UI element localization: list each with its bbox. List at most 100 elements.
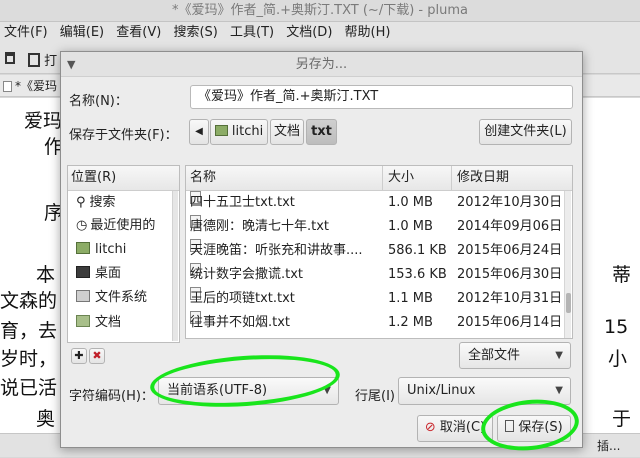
menu-tools[interactable]: 工具(T) xyxy=(230,25,274,40)
place-label: 文件系统 xyxy=(95,290,148,305)
add-bookmark-button[interactable]: ✚ xyxy=(71,348,87,364)
path-back-button[interactable]: ◀ xyxy=(189,119,209,145)
place-label: 桌面 xyxy=(95,266,122,281)
save-in-label: 保存于文件夹(F)： xyxy=(69,128,178,143)
path-litchi-button[interactable]: litchi xyxy=(210,119,268,145)
dialog-title: 另存为... xyxy=(295,57,348,72)
name-label: 名称(N)： xyxy=(69,94,128,109)
file-date: 2012年10月30日 xyxy=(457,195,563,210)
file-list: 名称 大小 修改日期 四十五卫士txt.txt 1.0 MB 2012年10月30日… xyxy=(185,165,573,339)
table-row[interactable]: 唐德刚：晚清七十年.txt 1.0 MB 2014年09月06日 xyxy=(186,215,564,239)
file-date: 2015年06月24日 xyxy=(457,243,563,258)
file-date: 2014年09月06日 xyxy=(457,219,563,234)
open-button[interactable]: 打 xyxy=(28,50,57,69)
new-file-icon[interactable] xyxy=(5,52,15,64)
place-filesystem[interactable]: 文件系统 xyxy=(76,286,147,310)
file-size: 1.0 MB xyxy=(388,195,433,210)
line-ending-label: 行尾(I) xyxy=(355,389,395,404)
menu-help[interactable]: 帮助(H) xyxy=(345,25,391,40)
file-filter-value: 全部文件 xyxy=(468,348,521,363)
window-menu-icon[interactable]: ▼ xyxy=(67,52,75,77)
home-folder-icon xyxy=(214,125,228,136)
file-name: 统计数字会撒谎.txt xyxy=(190,267,304,282)
menubar: 文件(F) 编辑(E) 查看(V) 搜索(S) 工具(T) 文档(D) 帮助(H… xyxy=(0,22,640,44)
scrollbar-thumb[interactable] xyxy=(566,293,571,313)
remove-icon: ✖ xyxy=(92,349,102,362)
place-label: litchi xyxy=(95,242,127,257)
editor-line: 爱玛 xyxy=(24,110,63,132)
cancel-icon: ⊘ xyxy=(424,420,436,435)
place-label: 最近使用的 xyxy=(90,218,156,233)
menu-edit[interactable]: 编辑(E) xyxy=(60,25,104,40)
document-icon xyxy=(3,81,12,92)
place-label: 搜索 xyxy=(89,195,116,210)
file-name: 往事并不如烟.txt xyxy=(190,315,291,330)
table-row[interactable]: 统计数字会撒谎.txt 153.6 KB 2015年06月30日 xyxy=(186,263,564,287)
places-header[interactable]: 位置(R) xyxy=(68,166,179,191)
editor-line: 15 xyxy=(604,316,629,338)
file-size: 1.0 MB xyxy=(388,219,433,234)
window-title: *《爱玛》作者_简.+奥斯汀.TXT (~/下载) - pluma xyxy=(172,3,468,18)
place-recent[interactable]: ◷ 最近使用的 xyxy=(76,214,155,238)
table-row[interactable]: 王后的项链txt.txt 1.1 MB 2012年10月31日 xyxy=(186,287,564,311)
home-folder-icon xyxy=(76,242,90,254)
file-date: 2015年06月30日 xyxy=(457,267,563,282)
file-name: 王后的项链txt.txt xyxy=(190,291,295,306)
file-name: 天涯晚笛：听张充和讲故事.... xyxy=(190,243,363,258)
column-date[interactable]: 修改日期 xyxy=(457,166,509,190)
file-list-scrollbar[interactable] xyxy=(564,191,571,338)
editor-line: 本 xyxy=(36,264,56,286)
tab-document[interactable]: *《爱玛 xyxy=(15,75,57,97)
filename-input[interactable]: 《爱玛》作者_简.+奥斯汀.TXT xyxy=(190,85,573,109)
menu-search[interactable]: 搜索(S) xyxy=(173,25,217,40)
path-litchi-label: litchi xyxy=(231,124,264,139)
folder-icon xyxy=(76,315,90,327)
path-documents-button[interactable]: 文档 xyxy=(270,119,304,145)
dialog-titlebar: ▼ 另存为... xyxy=(61,52,582,77)
remove-bookmark-button[interactable]: ✖ xyxy=(89,348,105,364)
desktop-icon xyxy=(76,266,90,278)
table-row[interactable]: 天涯晚笛：听张充和讲故事.... 586.1 KB 2015年06月24日 xyxy=(186,239,564,263)
line-ending-value: Unix/Linux xyxy=(407,383,476,398)
menu-view[interactable]: 查看(V) xyxy=(116,25,161,40)
editor-line: 文森的 xyxy=(0,290,58,312)
editor-line: 蒂 xyxy=(612,264,632,286)
clock-icon: ◷ xyxy=(76,218,88,233)
column-name[interactable]: 名称 xyxy=(190,166,216,190)
file-size: 586.1 KB xyxy=(388,243,447,258)
open-button-label: 打 xyxy=(44,54,58,69)
cancel-button-label: 取消(C) xyxy=(439,420,486,435)
table-row[interactable]: 四十五卫士txt.txt 1.0 MB 2012年10月30日 xyxy=(186,191,564,215)
file-name: 唐德刚：晚清七十年.txt xyxy=(190,219,330,234)
create-folder-button[interactable]: 创建文件夹(L) xyxy=(479,119,572,145)
menu-file[interactable]: 文件(F) xyxy=(4,25,48,40)
path-txt-button[interactable]: txt xyxy=(306,119,337,145)
file-date: 2012年10月31日 xyxy=(457,291,563,306)
dropdown-arrow-icon: ▼ xyxy=(555,350,563,361)
file-size: 1.2 MB xyxy=(388,315,433,330)
editor-line: 奥 xyxy=(36,408,56,430)
column-size[interactable]: 大小 xyxy=(388,166,414,190)
places-scrollbar[interactable] xyxy=(172,191,178,341)
insert-mode-status: 插... xyxy=(597,439,621,453)
file-size: 153.6 KB xyxy=(388,267,447,282)
editor-line: 小 xyxy=(608,348,628,370)
place-home[interactable]: litchi xyxy=(76,238,126,262)
encoding-label: 字符编码(H)： xyxy=(69,389,154,404)
plus-icon: ✚ xyxy=(74,349,84,362)
place-documents[interactable]: 文档 xyxy=(76,311,121,335)
editor-line: 说已活 xyxy=(0,377,58,399)
file-filter-select[interactable]: 全部文件 ▼ xyxy=(459,342,571,369)
dropdown-arrow-icon: ▼ xyxy=(555,385,563,396)
editor-line: 育，去 xyxy=(0,320,58,342)
search-icon: ⚲ xyxy=(76,195,86,210)
table-row[interactable]: 往事并不如烟.txt 1.2 MB 2015年06月14日 xyxy=(186,311,564,335)
place-desktop[interactable]: 桌面 xyxy=(76,262,121,286)
file-date: 2015年06月14日 xyxy=(457,315,563,330)
menu-documents[interactable]: 文档(D) xyxy=(286,25,332,40)
editor-line: 岁时， xyxy=(0,348,58,370)
editor-line: 于 xyxy=(612,408,632,430)
file-name: 四十五卫士txt.txt xyxy=(190,195,295,210)
open-icon xyxy=(28,53,40,67)
place-search[interactable]: ⚲ 搜索 xyxy=(76,191,116,215)
